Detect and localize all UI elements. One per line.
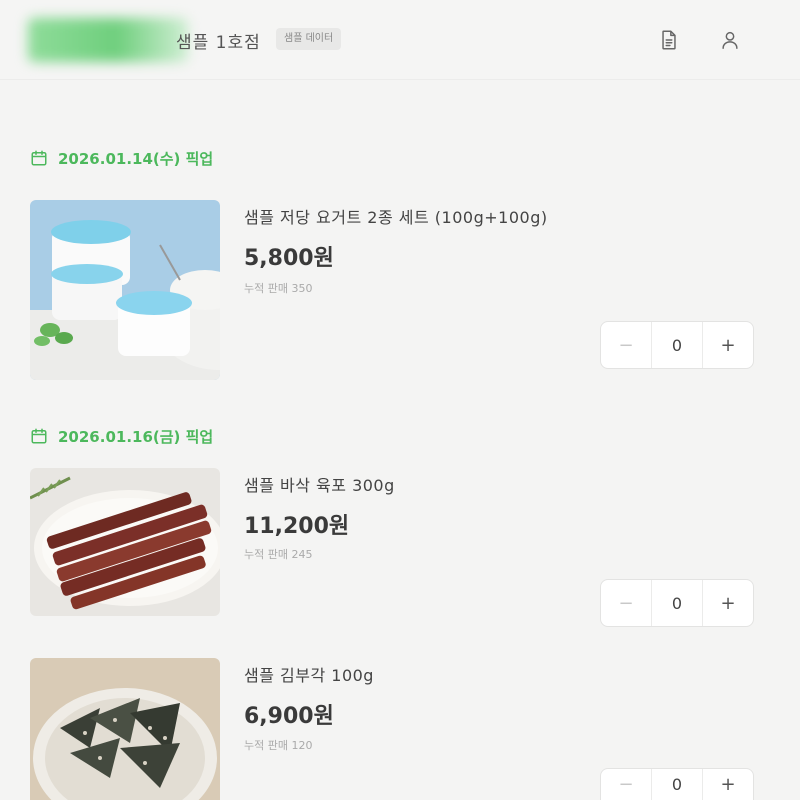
product-price: 6,900원 xyxy=(244,704,334,729)
decrease-button[interactable]: − xyxy=(601,322,651,368)
store-name: 샘플 1호점 xyxy=(176,33,261,53)
jerky-image[interactable] xyxy=(30,468,220,616)
pickup-date-header: 2026.01.14(수) 픽업 xyxy=(30,146,213,170)
store-name-blurred xyxy=(28,18,188,62)
store-badge: 샘플 데이터 xyxy=(276,28,342,50)
quantity-value: 0 xyxy=(651,322,703,368)
product-sales-count: 누적 판매 245 xyxy=(244,548,313,561)
product-name[interactable]: 샘플 바삭 육포 300g xyxy=(244,472,395,496)
increase-button[interactable]: + xyxy=(703,580,753,626)
decrease-button[interactable]: − xyxy=(601,580,651,626)
document-icon xyxy=(662,30,676,50)
product-price: 5,800원 xyxy=(244,246,334,271)
increase-button[interactable]: + xyxy=(703,322,753,368)
pickup-date-label: 2026.01.14(수) 픽업 xyxy=(58,149,214,168)
document-button[interactable] xyxy=(653,24,685,56)
calendar-icon xyxy=(31,150,47,166)
calendar-icon xyxy=(31,428,47,444)
seaweed-image[interactable] xyxy=(30,658,220,800)
product-name[interactable]: 샘플 김부각 100g xyxy=(244,662,374,686)
quantity-stepper: − 0 + xyxy=(600,321,754,369)
user-icon xyxy=(722,31,738,49)
product-sales-count: 누적 판매 350 xyxy=(244,282,313,295)
pickup-date-header: 2026.01.16(금) 픽업 xyxy=(30,424,213,448)
quantity-stepper: − 0 + xyxy=(600,579,754,627)
increase-button[interactable]: + xyxy=(703,769,753,800)
user-button[interactable] xyxy=(714,24,746,56)
header-bar: 샘플 1호점 샘플 데이터 xyxy=(0,0,800,80)
decrease-button[interactable]: − xyxy=(601,769,651,800)
quantity-stepper: − 0 + xyxy=(600,768,754,800)
quantity-value: 0 xyxy=(651,769,703,800)
pickup-date-label: 2026.01.16(금) 픽업 xyxy=(58,427,214,446)
quantity-value: 0 xyxy=(651,580,703,626)
product-price: 11,200원 xyxy=(244,514,350,539)
yogurt-image[interactable] xyxy=(30,200,220,380)
product-sales-count: 누적 판매 120 xyxy=(244,739,313,752)
product-name[interactable]: 샘플 저당 요거트 2종 세트 (100g+100g) xyxy=(244,204,548,228)
